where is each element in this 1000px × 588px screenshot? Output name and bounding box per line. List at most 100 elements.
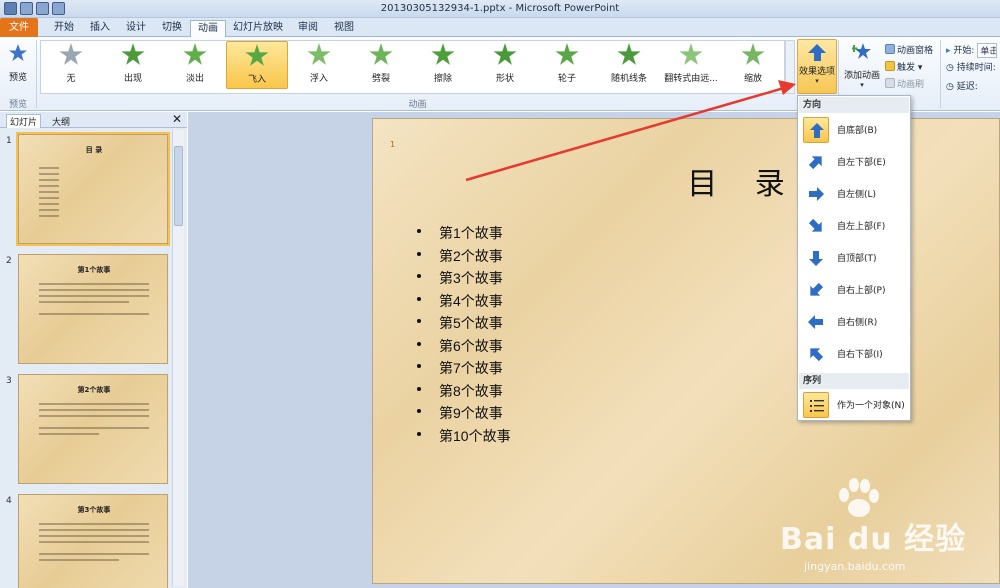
- slide-list-item[interactable]: 第1个故事: [417, 223, 511, 246]
- direction-option[interactable]: 自右侧(R): [799, 306, 909, 337]
- slide-thumbnails: 1 目 录 2 第1个故事 3 第2个故事 4 第3个故事: [0, 128, 187, 588]
- tab-view[interactable]: 视图: [326, 20, 362, 37]
- thumb-text-line: [39, 209, 59, 211]
- delay-control: ◷ 延迟:: [946, 79, 978, 92]
- slide-list-item[interactable]: 第5个故事: [417, 313, 511, 336]
- tab-outline[interactable]: 大纲: [52, 115, 70, 128]
- thumb-text-line: [39, 185, 59, 187]
- animation-order-marker[interactable]: 1: [390, 140, 395, 149]
- effect-item[interactable]: 形状: [474, 41, 536, 89]
- slide-thumb-3[interactable]: 第2个故事: [18, 374, 168, 484]
- effect-item[interactable]: 飞入: [226, 41, 288, 89]
- preview-button[interactable]: 预览: [4, 41, 32, 91]
- thumb-text-line: [39, 433, 99, 435]
- slide-list-item[interactable]: 第10个故事: [417, 426, 511, 449]
- effect-label: 浮入: [309, 74, 328, 84]
- watermark-url: jingyan.baidu.com: [804, 560, 906, 573]
- thumb-number: 3: [6, 376, 12, 386]
- thumb-text-line: [39, 197, 59, 199]
- bullet-icon: [417, 386, 421, 391]
- effect-item[interactable]: 劈裂: [350, 41, 412, 89]
- tab-slides[interactable]: 幻灯片: [6, 114, 42, 128]
- thumb-title: 第3个故事: [77, 506, 111, 514]
- slide-list-item[interactable]: 第3个故事: [417, 268, 511, 291]
- thumb-text-line: [39, 313, 149, 315]
- effect-label: 轮子: [557, 74, 576, 84]
- slide-list-item[interactable]: 第2个故事: [417, 246, 511, 269]
- effect-item[interactable]: 淡出: [164, 41, 226, 89]
- group-separator: [36, 40, 37, 108]
- slide-list-item[interactable]: 第7个故事: [417, 358, 511, 381]
- effect-item[interactable]: 浮入: [288, 41, 350, 89]
- thumb-text-line: [39, 535, 149, 537]
- thumb-number: 2: [6, 256, 12, 266]
- animation-painter-button[interactable]: 动画刷: [885, 77, 924, 90]
- effect-label: 缩放: [743, 74, 762, 84]
- effect-item[interactable]: 翻转式由远...: [660, 41, 722, 89]
- slide-list-item[interactable]: 第6个故事: [417, 336, 511, 359]
- effect-label: 劈裂: [371, 74, 390, 84]
- direction-option[interactable]: 自右下部(I): [799, 338, 909, 369]
- effect-item[interactable]: 随机线条: [598, 41, 660, 89]
- animation-pane-button[interactable]: 动画窗格: [885, 43, 933, 56]
- thumbnail-scrollbar[interactable]: [172, 130, 184, 586]
- animation-painter-label: 动画刷: [897, 80, 925, 90]
- tab-design[interactable]: 设计: [118, 20, 154, 37]
- slide-list-text: 第7个故事: [439, 360, 503, 376]
- slide-list-item[interactable]: 第8个故事: [417, 381, 511, 404]
- slide-thumb-4[interactable]: 第3个故事: [18, 494, 168, 588]
- direction-option[interactable]: 自左下部(E): [799, 146, 909, 177]
- trigger-button[interactable]: 触发 ▾: [885, 60, 922, 73]
- effect-item[interactable]: 缩放: [722, 41, 784, 89]
- animation-pane-icon: [885, 44, 895, 54]
- slide-thumb-2[interactable]: 第1个故事: [18, 254, 168, 364]
- start-select[interactable]: 单击: [977, 43, 998, 58]
- effect-item[interactable]: 无: [40, 41, 102, 89]
- gallery-scroll-buttons[interactable]: [785, 40, 795, 94]
- arrow-down-right-icon: [803, 213, 829, 239]
- effect-label: 无: [66, 74, 76, 84]
- add-animation-button[interactable]: 添加动画 ▾: [842, 41, 882, 95]
- direction-option[interactable]: 自左上部(F): [799, 210, 909, 241]
- thumb-text-line: [39, 541, 149, 543]
- arrow-up-icon-stem: [813, 53, 821, 61]
- star-icon: [617, 43, 641, 65]
- effect-item[interactable]: 轮子: [536, 41, 598, 89]
- arrow-left-icon: [803, 309, 829, 335]
- bullet-icon: [417, 251, 421, 256]
- effect-label: 飞入: [247, 75, 266, 85]
- direction-label: 自左侧(L): [837, 190, 877, 200]
- tab-transitions[interactable]: 切换: [154, 20, 190, 37]
- tab-file[interactable]: 文件: [0, 18, 38, 37]
- tab-home[interactable]: 开始: [44, 20, 84, 37]
- direction-label: 自右下部(I): [837, 350, 883, 360]
- tab-insert[interactable]: 插入: [82, 20, 118, 37]
- slide-list-text: 第9个故事: [439, 405, 503, 421]
- effect-item[interactable]: 出现: [102, 41, 164, 89]
- slides-pane-tabs: 幻灯片 大纲 ✕: [0, 112, 187, 128]
- tab-slideshow[interactable]: 幻灯片放映: [228, 20, 288, 37]
- slide-list-item[interactable]: 第4个故事: [417, 291, 511, 314]
- direction-option[interactable]: 自左侧(L): [799, 178, 909, 209]
- chevron-down-icon: ▾: [815, 77, 819, 85]
- slide-bullet-list[interactable]: 第1个故事 第2个故事 第3个故事第4个故事 第5个故事 第6个故事 第7个故事第8个故事…: [417, 223, 511, 448]
- close-icon[interactable]: ✕: [172, 112, 182, 126]
- star-icon: [493, 43, 517, 65]
- slide-list-text: 第10个故事: [439, 427, 511, 444]
- sequence-as-one-object[interactable]: 作为一个对象(N): [799, 389, 909, 420]
- tab-review[interactable]: 审阅: [290, 20, 326, 37]
- bullet-icon: [417, 364, 421, 368]
- scroll-thumb[interactable]: [174, 146, 183, 226]
- direction-label: 自顶部(T): [837, 254, 877, 264]
- tab-animations[interactable]: 动画: [190, 20, 226, 38]
- direction-option[interactable]: 自顶部(T): [799, 242, 909, 273]
- effect-item[interactable]: 擦除: [412, 41, 474, 89]
- slide-list-item[interactable]: 第9个故事: [417, 403, 511, 426]
- slide-list-text: 第3个故事: [439, 270, 503, 286]
- slide-thumb-1[interactable]: 目 录: [16, 132, 170, 246]
- thumb-text-line: [39, 173, 59, 175]
- effect-options-button[interactable]: 效果选项 ▾: [797, 39, 837, 94]
- direction-option[interactable]: 自底部(B): [799, 114, 909, 145]
- direction-option[interactable]: 自右上部(P): [799, 274, 909, 305]
- watermark-text: Bai du 经验: [780, 522, 967, 557]
